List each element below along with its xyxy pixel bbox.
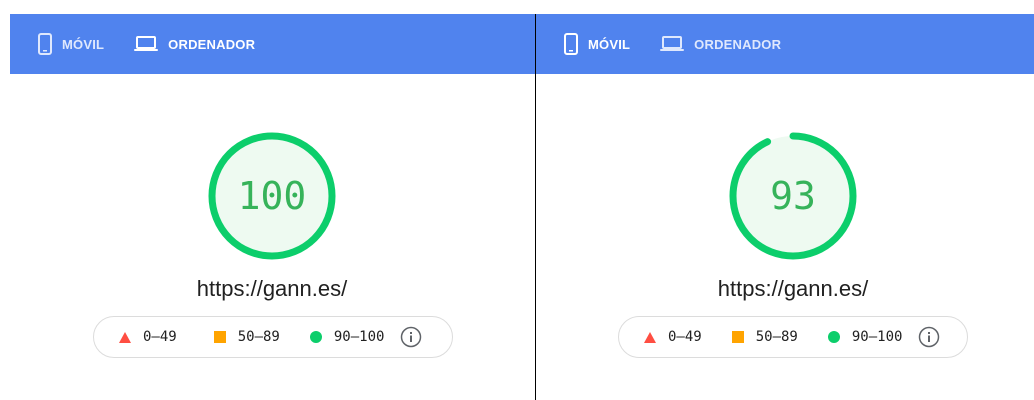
circle-icon (827, 331, 840, 343)
score-legend: 0–49 50–89 90–100 (618, 316, 968, 358)
score-gauge: 93 (728, 131, 858, 261)
info-icon[interactable] (400, 326, 422, 348)
legend-fail-range: 0–49 (668, 329, 702, 345)
tab-mobile[interactable]: MÓVIL (38, 14, 104, 74)
phone-icon (38, 33, 52, 55)
legend-fail: 0–49 (119, 329, 177, 345)
legend-fail: 0–49 (644, 329, 702, 345)
score-value: 100 (237, 174, 307, 218)
legend-average: 50–89 (213, 329, 280, 345)
tab-mobile-label: MÓVIL (588, 36, 631, 52)
legend-pass: 90–100 (309, 329, 385, 345)
legend-average: 50–89 (731, 329, 798, 345)
tab-mobile[interactable]: MÓVIL (564, 14, 630, 74)
square-icon (731, 331, 744, 343)
device-tabbar: MÓVIL ORDENADOR (10, 14, 535, 74)
score-legend: 0–49 50–89 90–100 (93, 316, 453, 358)
legend-pass-range: 90–100 (333, 329, 385, 345)
tab-desktop-label: ORDENADOR (694, 36, 782, 52)
score-value: 93 (770, 174, 816, 218)
triangle-icon (119, 331, 131, 343)
score-gauge: 100 (207, 131, 337, 261)
report-panel-mobile: MÓVIL ORDENADOR 93 https://gann.es/ 0–49 (536, 0, 1034, 400)
legend-average-range: 50–89 (237, 329, 280, 345)
legend-pass: 90–100 (827, 329, 903, 345)
tab-desktop[interactable]: ORDENADOR (660, 14, 781, 74)
legend-pass-range: 90–100 (851, 329, 903, 345)
info-icon[interactable] (918, 326, 940, 348)
phone-icon (564, 33, 578, 55)
report-panel-desktop: MÓVIL ORDENADOR 100 https://gann.es/ 0–4… (0, 0, 535, 400)
laptop-icon (660, 36, 685, 52)
triangle-icon (644, 331, 656, 343)
laptop-icon (134, 36, 159, 52)
tab-desktop[interactable]: ORDENADOR (134, 14, 255, 74)
tab-desktop-label: ORDENADOR (168, 36, 256, 52)
legend-average-range: 50–89 (755, 329, 798, 345)
page-url: https://gann.es/ (717, 276, 869, 301)
device-tabbar: MÓVIL ORDENADOR (536, 14, 1034, 74)
page-url: https://gann.es/ (196, 276, 348, 301)
square-icon (213, 331, 226, 343)
circle-icon (309, 331, 322, 343)
legend-fail-range: 0–49 (143, 329, 177, 345)
tab-mobile-label: MÓVIL (62, 36, 105, 52)
